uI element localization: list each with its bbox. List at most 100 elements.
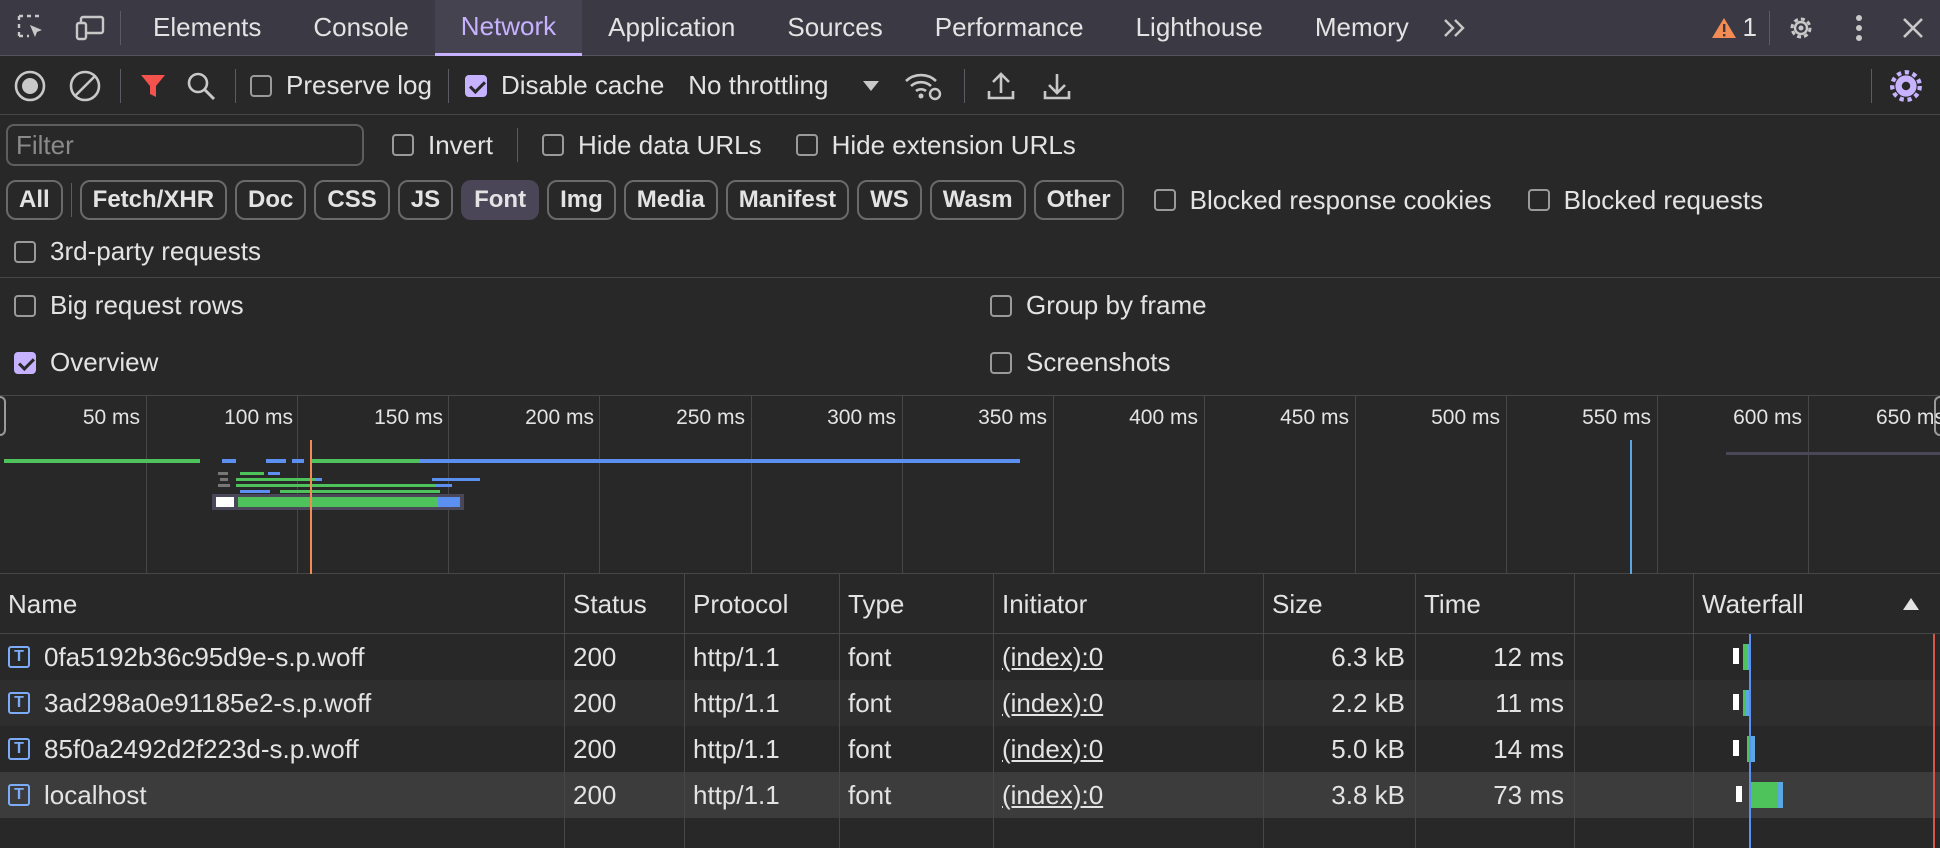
hide-extension-urls-checkbox[interactable]: Hide extension URLs — [795, 129, 1076, 161]
tab-lighthouse[interactable]: Lighthouse — [1110, 0, 1289, 56]
type-filter-font[interactable]: Font — [461, 180, 540, 220]
column-header-waterfall[interactable]: Waterfall — [1694, 574, 1940, 634]
column-header-status[interactable]: Status — [565, 574, 685, 634]
chip-label: Font — [474, 186, 527, 213]
table-row[interactable]: Tlocalhost 200 http/1.1 font (index):0 3… — [0, 772, 1940, 818]
table-row[interactable]: T 0fa5192b36c95d9e-s.p.woff 200 http/1.1 … — [0, 634, 1940, 680]
column-header-label: Status — [573, 588, 647, 619]
hide-data-urls-checkbox[interactable]: Hide data URLs — [542, 130, 762, 161]
filter-input[interactable] — [6, 124, 364, 166]
type-filter-ws[interactable]: WS — [857, 180, 922, 220]
checkbox-box[interactable] — [795, 134, 818, 156]
settings-gear-icon[interactable] — [1770, 0, 1832, 56]
cell-initiator: (index):0 — [994, 726, 1264, 772]
checkbox-box[interactable] — [250, 74, 272, 97]
record-icon[interactable] — [0, 57, 60, 115]
network-conditions-icon[interactable] — [890, 57, 956, 115]
clear-icon[interactable] — [60, 57, 110, 115]
screenshots-label: Screenshots — [1026, 347, 1171, 377]
checkbox-box[interactable] — [1527, 189, 1550, 211]
checkbox-box[interactable] — [990, 294, 1012, 317]
type-filter-other[interactable]: Other — [1033, 180, 1124, 220]
column-header-protocol[interactable]: Protocol — [685, 574, 840, 634]
checkbox-box[interactable] — [14, 351, 36, 374]
throttling-select[interactable]: No throttling — [688, 70, 880, 101]
checkbox-box[interactable] — [542, 134, 565, 156]
blocked-response-cookies-checkbox[interactable]: Blocked response cookies — [1153, 185, 1492, 216]
toolbar-divider — [517, 128, 519, 162]
invert-checkbox[interactable]: Invert — [392, 130, 493, 161]
column-header-label: Waterfall — [1702, 588, 1804, 619]
type-filter-css[interactable]: CSS — [314, 180, 390, 220]
checkbox-box[interactable] — [464, 74, 487, 97]
type-filter-img[interactable]: Img — [547, 180, 616, 220]
type-filter-wasm[interactable]: Wasm — [929, 180, 1026, 220]
screenshots-checkbox[interactable]: Screenshots — [990, 347, 1171, 378]
type-filter-fetch-xhr[interactable]: Fetch/XHR — [79, 180, 228, 220]
preserve-log-checkbox[interactable]: Preserve log — [250, 70, 432, 101]
filler-cell — [685, 818, 840, 848]
column-header-type[interactable]: Type — [840, 574, 994, 634]
tab-memory[interactable]: Memory — [1289, 0, 1435, 56]
type-filter-js[interactable]: JS — [397, 180, 454, 220]
initiator-link[interactable]: (index):0 — [1002, 780, 1103, 811]
tab-label: Console — [313, 12, 409, 42]
table-row[interactable]: T 85f0a2492d2f223d-s.p.woff 200 http/1.1 … — [0, 726, 1940, 772]
big-request-rows-checkbox[interactable]: Big request rows — [14, 290, 244, 321]
request-name: 0fa5192b36c95d9e-s.p.woff — [44, 641, 365, 672]
type-filter-all[interactable]: All — [6, 180, 63, 220]
hide-extension-urls-label: Hide extension URLs — [831, 129, 1076, 160]
column-header-blank[interactable] — [1575, 574, 1694, 634]
tab-performance[interactable]: Performance — [909, 0, 1110, 56]
tab-elements[interactable]: Elements — [127, 0, 287, 56]
type-filter-doc[interactable]: Doc — [235, 180, 307, 220]
checkbox-box[interactable] — [1153, 189, 1176, 211]
cell-name: T 0fa5192b36c95d9e-s.p.woff — [0, 634, 565, 680]
cell-type: font — [840, 726, 994, 772]
column-header-name[interactable]: Name — [0, 574, 565, 634]
initiator-link[interactable]: (index):0 — [1002, 642, 1103, 673]
overview-checkbox[interactable]: Overview — [14, 347, 158, 378]
tab-application[interactable]: Application — [582, 0, 761, 56]
sort-ascending-icon — [1903, 598, 1919, 610]
close-icon[interactable] — [1886, 0, 1940, 56]
checkbox-box[interactable] — [392, 134, 414, 156]
invert-label: Invert — [428, 129, 494, 160]
network-overview[interactable]: 50 ms 100 ms 150 ms 200 ms 250 ms 300 ms… — [0, 396, 1940, 574]
tab-network[interactable]: Network — [434, 0, 583, 56]
initiator-link[interactable]: (index):0 — [1002, 734, 1103, 765]
cell-status: 200 — [565, 772, 685, 818]
column-header-time[interactable]: Time — [1416, 574, 1575, 634]
warnings-counter[interactable]: 1 — [1699, 0, 1769, 56]
blocked-requests-checkbox[interactable]: Blocked requests — [1527, 185, 1763, 216]
export-har-icon[interactable] — [1029, 57, 1085, 115]
network-settings-gear-icon[interactable] — [1872, 57, 1940, 115]
column-header-label: Time — [1424, 588, 1481, 619]
checkbox-box[interactable] — [990, 351, 1012, 374]
checkbox-box[interactable] — [14, 240, 36, 263]
more-tabs-icon[interactable] — [1435, 0, 1475, 56]
table-row[interactable]: T 3ad298a0e91185e2-s.p.woff 200 http/1.1 … — [0, 680, 1940, 726]
select-element-icon[interactable] — [0, 0, 62, 56]
search-icon[interactable] — [175, 57, 227, 115]
filler-cell — [994, 818, 1264, 848]
font-file-icon: T — [8, 646, 30, 668]
column-header-size[interactable]: Size — [1264, 574, 1416, 634]
tab-console[interactable]: Console — [287, 0, 434, 56]
third-party-requests-checkbox[interactable]: 3rd-party requests — [14, 236, 261, 267]
type-filter-media[interactable]: Media — [623, 180, 718, 220]
cell-protocol: http/1.1 — [685, 680, 840, 726]
column-header-initiator[interactable]: Initiator — [994, 574, 1264, 634]
more-options-icon[interactable] — [1832, 0, 1886, 56]
disable-cache-checkbox[interactable]: Disable cache — [464, 70, 664, 101]
chevron-down-icon — [863, 80, 880, 91]
device-toolbar-icon[interactable] — [62, 0, 120, 56]
type-filter-manifest[interactable]: Manifest — [725, 180, 850, 220]
filter-funnel-icon[interactable] — [131, 57, 175, 115]
checkbox-box[interactable] — [14, 294, 36, 317]
group-by-frame-label: Group by frame — [1026, 290, 1207, 320]
initiator-link[interactable]: (index):0 — [1002, 688, 1103, 719]
group-by-frame-checkbox[interactable]: Group by frame — [990, 290, 1207, 321]
tab-sources[interactable]: Sources — [761, 0, 908, 56]
import-har-icon[interactable] — [973, 57, 1029, 115]
